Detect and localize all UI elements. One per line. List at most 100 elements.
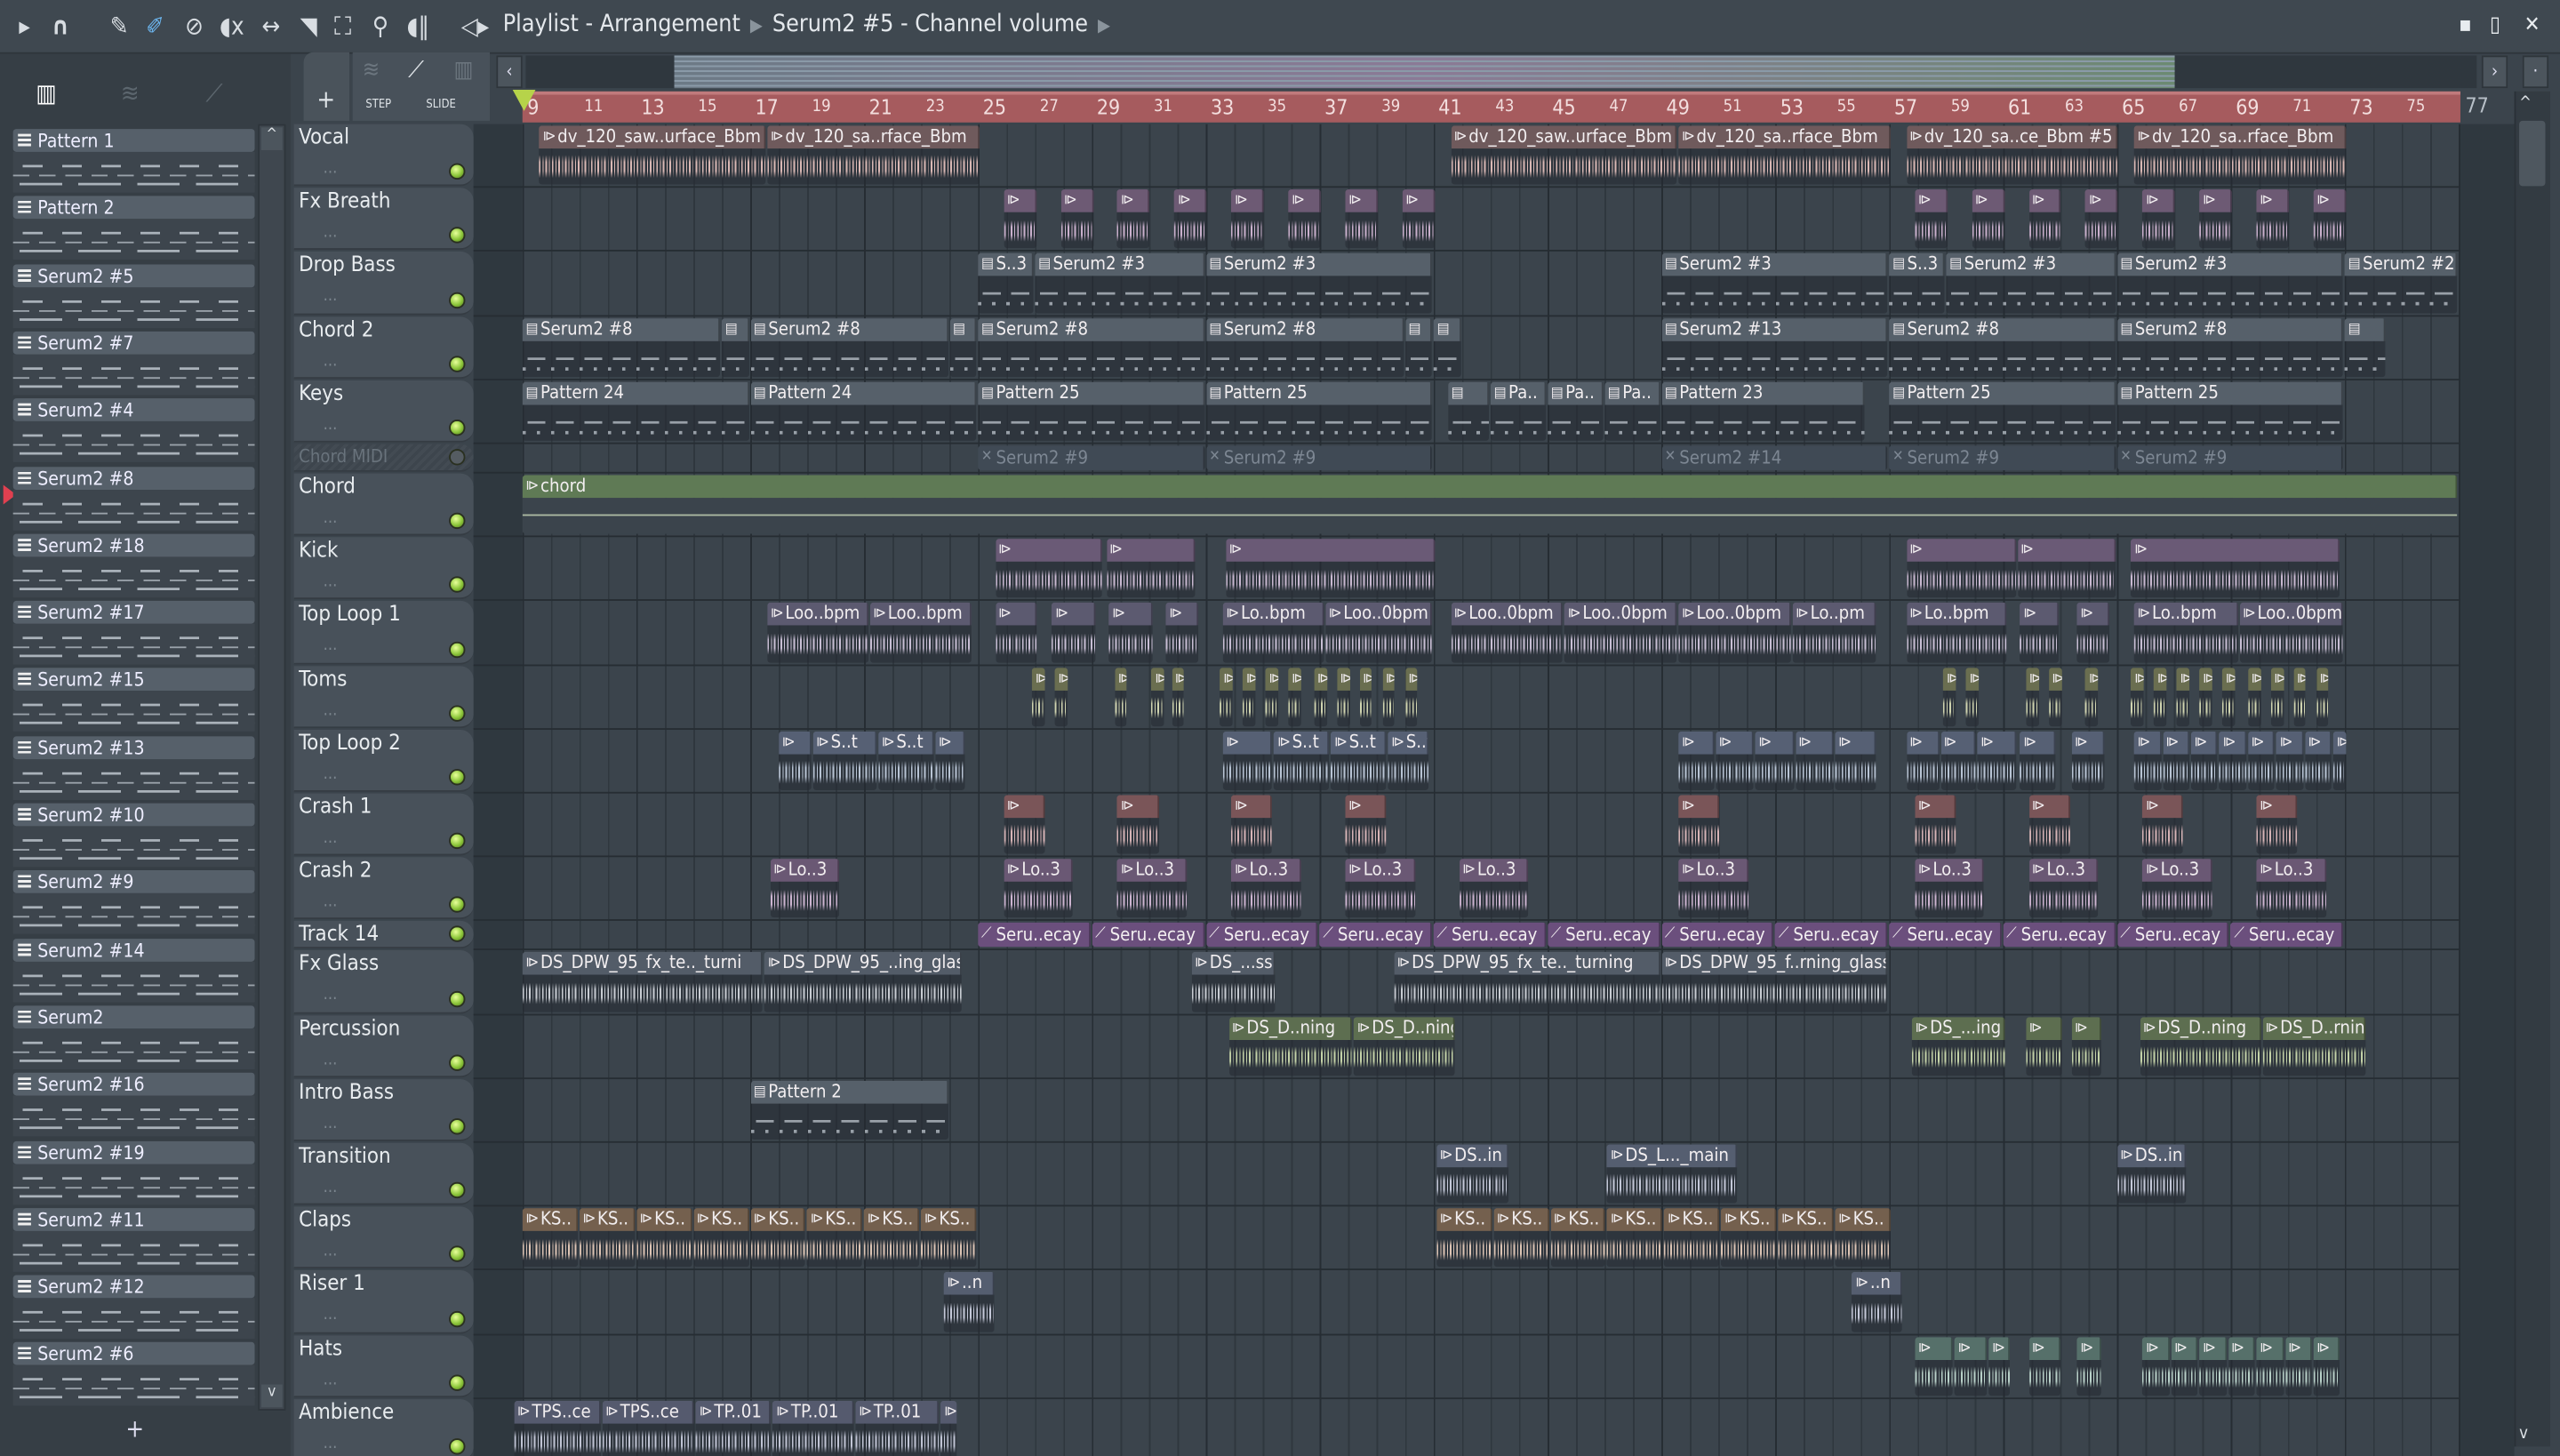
pattern-item[interactable]: Serum2 #16 bbox=[12, 1073, 255, 1138]
playback-icon[interactable]: ◖‖ bbox=[404, 12, 433, 41]
track-header[interactable]: Claps... bbox=[293, 1206, 474, 1269]
slip-icon[interactable]: ↔ bbox=[256, 12, 285, 41]
clip-audio[interactable]: ⧐ KS.. bbox=[692, 1208, 749, 1268]
clip-auto[interactable]: ⟋ Seru..ecay bbox=[1775, 923, 1888, 948]
clip-audio[interactable]: ⧐ bbox=[2028, 1336, 2061, 1396]
clip-auto[interactable]: ⟋ Seru..ecay bbox=[978, 923, 1091, 948]
clip-auto[interactable]: ⟋ Seru..ecay bbox=[1547, 923, 1660, 948]
clip-pattern[interactable]: ▤ Pa.. bbox=[1490, 381, 1547, 441]
clip-audio[interactable]: ⧐ Lo..3 bbox=[1345, 859, 1415, 918]
clip-audio[interactable]: ⧐ Lo..3 bbox=[1004, 859, 1074, 918]
clip-audio[interactable]: ⧐ Loo..0bpm bbox=[1325, 603, 1432, 662]
track-header[interactable]: Keys... bbox=[293, 380, 474, 443]
automation-clip-icon[interactable]: ⟋ bbox=[408, 57, 424, 83]
clip-pattern[interactable]: ▤ Serum2 #8 bbox=[750, 317, 948, 377]
track-mute-led[interactable] bbox=[449, 1310, 466, 1327]
clip-audio[interactable]: ⧐ bbox=[2131, 539, 2340, 598]
clip-audio[interactable]: ⧐ KS.. bbox=[864, 1208, 920, 1268]
clip-audio[interactable]: ⧐ bbox=[1940, 731, 1976, 790]
clip-muted[interactable]: ✕ Serum2 #9 bbox=[1889, 445, 2116, 470]
clip-audio[interactable]: ⧐ Lo..3 bbox=[2028, 859, 2099, 918]
time-ruler[interactable]: 9 11 13 15 17 19 21 23 25 27 29 31 33 35 37 39 41 43 45 47 4… bbox=[522, 91, 2460, 123]
clip-audio[interactable]: ⧐ bbox=[1972, 189, 2004, 249]
clip-auto[interactable]: ⟋ Seru..ecay bbox=[1205, 923, 1318, 948]
clip-audio[interactable]: ⧐ DS_D..ning bbox=[1354, 1016, 1455, 1076]
track-header[interactable]: Fx Breath... bbox=[293, 188, 474, 251]
clip-pattern[interactable]: ▤ Serum2 #2 bbox=[2344, 253, 2458, 313]
track-mute-led[interactable] bbox=[449, 990, 466, 1007]
track-mute-led[interactable] bbox=[449, 926, 466, 943]
clip-audio[interactable]: ⧐ Loo..0bpm bbox=[1564, 603, 1677, 662]
menu-arrow-icon[interactable]: ▸ bbox=[10, 12, 39, 41]
clip-audio[interactable]: ⧐ Lo..bpm bbox=[1906, 603, 2008, 662]
clip-audio[interactable]: ⧐ bbox=[2256, 795, 2298, 854]
track-header[interactable]: Track 14 bbox=[293, 921, 474, 949]
clip-audio[interactable]: ⧐ bbox=[1165, 603, 1199, 662]
clip-audio[interactable]: ⧐S..t bbox=[1331, 731, 1387, 790]
clip-pattern[interactable]: ▤ Serum2 #8 bbox=[522, 317, 721, 377]
clip-pattern[interactable]: ▤ Pattern 25 bbox=[1205, 381, 1432, 441]
clip-audio[interactable]: ⧐ bbox=[2219, 731, 2247, 790]
clip-audio[interactable]: ⧐ bbox=[2293, 667, 2307, 726]
breadcrumb-channel[interactable]: Serum2 #5 - Channel volume bbox=[772, 12, 1088, 37]
clip-audio[interactable]: ⧐ TPS..ce bbox=[602, 1400, 695, 1456]
clip-auto[interactable]: ⟋ Seru..ecay bbox=[1661, 923, 1774, 948]
clip-pattern[interactable]: ▤ Pattern 25 bbox=[978, 381, 1204, 441]
clip-audio[interactable]: ⧐ dv_120_sa..rface_Bbm bbox=[2133, 125, 2347, 185]
magnet-snap-icon[interactable]: ∩ bbox=[45, 12, 75, 41]
clip-audio[interactable]: ⧐ bbox=[2190, 731, 2219, 790]
automation-icon[interactable]: ⟋ bbox=[205, 78, 222, 108]
clip-audio[interactable]: ⧐ bbox=[1314, 667, 1327, 726]
clip-audio[interactable]: ⧐ KS.. bbox=[1721, 1208, 1777, 1268]
clip-audio[interactable]: ⧐ bbox=[1943, 667, 1956, 726]
track-mute-led[interactable] bbox=[449, 356, 466, 372]
pattern-item[interactable]: Serum2 #10 bbox=[12, 803, 255, 868]
clip-audio[interactable]: ⧐ Lo..bpm bbox=[2133, 603, 2238, 662]
track-mute-led[interactable] bbox=[449, 641, 466, 658]
track-header[interactable]: Crash 2... bbox=[293, 857, 474, 920]
track-options-icon[interactable]: ... bbox=[324, 160, 338, 178]
track-options-icon[interactable]: ... bbox=[324, 701, 338, 719]
scroll-down-icon[interactable]: v bbox=[260, 1384, 283, 1408]
clip-audio[interactable]: ⧐ DS_D..ning bbox=[2140, 1016, 2261, 1076]
clip-muted[interactable]: ✕ Serum2 #9 bbox=[1205, 445, 1432, 470]
clip-audio[interactable]: ⧐ bbox=[2176, 667, 2190, 726]
clip-audio[interactable]: ⧐ KS.. bbox=[1835, 1208, 1891, 1268]
clip-audio[interactable]: ⧐ bbox=[1359, 667, 1372, 726]
clip-audio[interactable]: ⧐ bbox=[2171, 1336, 2198, 1396]
clip-pattern[interactable]: ▤ Serum2 #3 bbox=[1661, 253, 1888, 313]
clip-audio[interactable]: ⧐ bbox=[1795, 731, 1834, 790]
track-header[interactable]: Transition... bbox=[293, 1142, 474, 1205]
clip-audio[interactable]: ⧐ bbox=[1382, 667, 1396, 726]
clip-audio[interactable]: ⧐ Loo..bpm bbox=[869, 603, 972, 662]
clip-auto[interactable]: ⟋ Seru..ecay bbox=[1319, 923, 1432, 948]
paint-brush-icon[interactable]: ✐ bbox=[140, 12, 170, 41]
pattern-item[interactable]: Serum2 bbox=[12, 1005, 255, 1070]
track-mute-led[interactable] bbox=[449, 1182, 466, 1199]
pattern-clip-icon[interactable]: ▥ bbox=[454, 57, 474, 83]
clip-audio[interactable]: ⧐ KS.. bbox=[1607, 1208, 1663, 1268]
track-mute-led[interactable] bbox=[449, 769, 466, 786]
clip-audio[interactable]: ⧐ bbox=[2313, 1336, 2340, 1396]
clip-audio[interactable]: ⧐ bbox=[2333, 731, 2347, 790]
clip-audio[interactable]: ⧐ TPS..ce bbox=[514, 1400, 601, 1456]
audio-clip-icon[interactable]: ≋ bbox=[363, 57, 380, 83]
clip-pattern[interactable]: ▤ Serum2 #13 bbox=[1661, 317, 1888, 377]
clip-audio[interactable]: ⧐ bbox=[1915, 1336, 1954, 1396]
clip-audio[interactable]: ⧐ bbox=[2222, 667, 2236, 726]
track-options-icon[interactable]: ... bbox=[324, 573, 338, 591]
clip-audio[interactable]: ⧐ DS_L..._main bbox=[1607, 1144, 1737, 1204]
clip-audio[interactable]: ⧐ bbox=[2026, 1016, 2061, 1076]
clip-pattern[interactable]: ▤ Serum2 #3 bbox=[2116, 253, 2343, 313]
clip-audio[interactable]: ⧐ bbox=[995, 603, 1036, 662]
clip-audio[interactable]: ⧐ bbox=[2131, 667, 2144, 726]
pattern-item[interactable]: Serum2 #7 bbox=[12, 331, 255, 396]
clip-audio[interactable]: ⧐ KS.. bbox=[1550, 1208, 1606, 1268]
clip-pattern[interactable]: ▤ S..3 bbox=[978, 253, 1034, 313]
clip-audio[interactable]: ⧐ Lo..3 bbox=[1117, 859, 1188, 918]
overview-scroll-thumb[interactable] bbox=[674, 55, 2175, 89]
clip-audio[interactable]: ⧐ bbox=[1906, 731, 1940, 790]
clip-audio[interactable]: ⧐ bbox=[2085, 667, 2099, 726]
track-mute-led[interactable] bbox=[449, 227, 466, 244]
clip-audio[interactable]: ⧐S..t bbox=[812, 731, 877, 790]
